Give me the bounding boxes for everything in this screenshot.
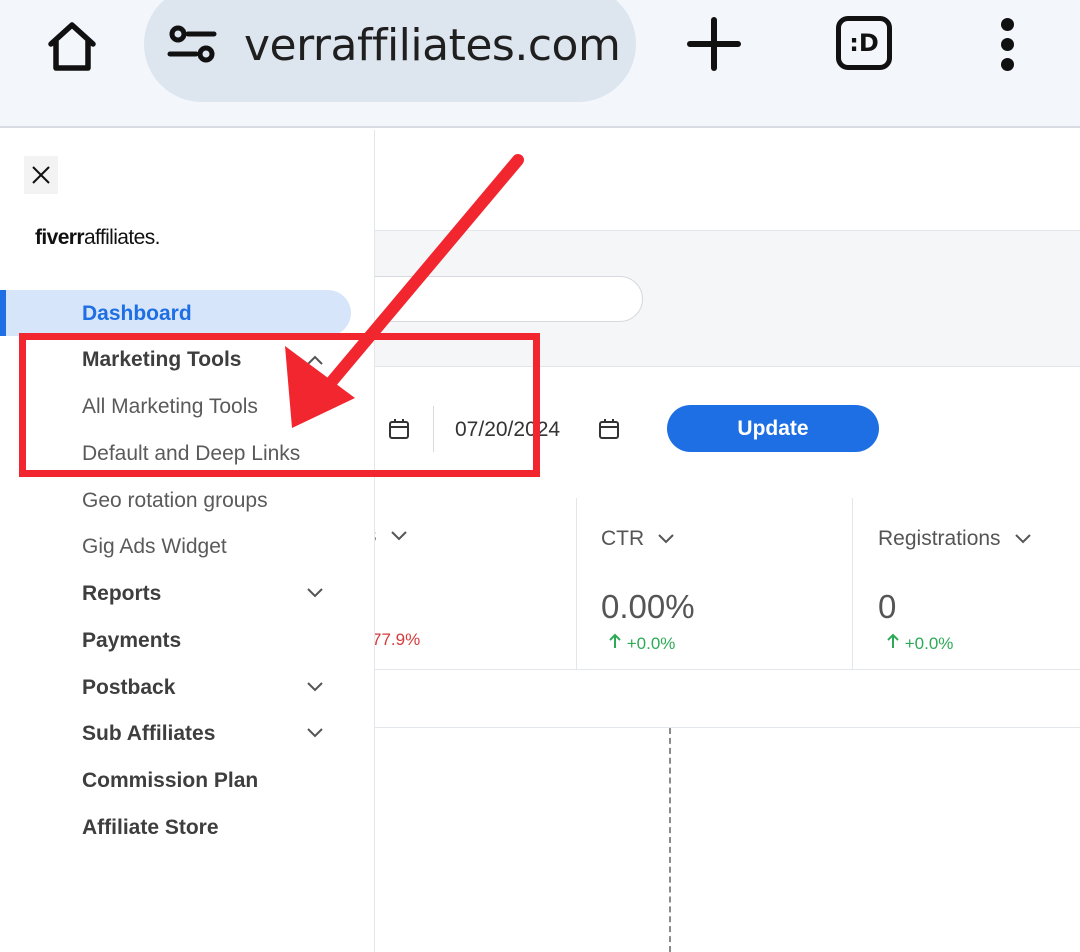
sidebar-item-reports[interactable]: Reports xyxy=(82,582,161,606)
stats-row xyxy=(375,498,1080,670)
sidebar-item-gig-ads-widget[interactable]: Gig Ads Widget xyxy=(82,535,227,559)
sidebar-item-affiliate-store[interactable]: Affiliate Store xyxy=(82,816,219,840)
end-date-field[interactable]: 07/20/2024 xyxy=(455,418,560,442)
stat-label-text: CTR xyxy=(601,527,645,550)
chevron-down-icon xyxy=(390,531,407,541)
stat-change: 77.9% xyxy=(372,630,421,649)
sidebar-item-geo-rotation-groups[interactable]: Geo rotation groups xyxy=(82,489,268,513)
chart-divider xyxy=(375,727,1080,728)
close-button[interactable] xyxy=(24,156,58,194)
date-separator xyxy=(433,406,434,452)
chevron-down-icon xyxy=(1014,534,1031,544)
site-settings-icon[interactable] xyxy=(166,22,218,66)
stat-label-text: Registrations xyxy=(878,527,1001,550)
stat-value: 0 xyxy=(878,588,897,625)
stat-label-ctr[interactable]: CTR xyxy=(601,527,674,551)
fiverr-affiliates-logo[interactable]: fiverraffiliates. xyxy=(35,226,160,250)
sidebar-item-default-and-deep-links[interactable]: Default and Deep Links xyxy=(82,442,300,466)
stat-change-text: +0.0% xyxy=(626,634,676,653)
chevron-down-icon xyxy=(658,534,674,544)
address-bar[interactable]: verraffiliates.com xyxy=(144,0,636,102)
sidebar-item-commission-plan[interactable]: Commission Plan xyxy=(82,769,258,793)
sidebar-item-sub-affiliates[interactable]: Sub Affiliates xyxy=(82,722,215,746)
stat-divider xyxy=(852,498,853,670)
sidebar-item-postback[interactable]: Postback xyxy=(82,676,175,700)
logo-light: affiliates. xyxy=(83,226,161,249)
stat-change: +0.0% xyxy=(608,633,675,654)
stat-value: 0.00% xyxy=(601,588,695,625)
logo-bold: fiverr xyxy=(35,226,85,249)
stat-change-text: +0.0% xyxy=(904,634,954,653)
more-vert-icon[interactable] xyxy=(990,14,1026,74)
arrow-up-icon xyxy=(887,633,899,648)
chevron-down-icon[interactable] xyxy=(306,681,324,693)
stat-change: +0.0% xyxy=(886,633,953,654)
sidebar-drawer: fiverraffiliates. Dashboard Marketing To… xyxy=(0,130,375,952)
chevron-up-icon[interactable] xyxy=(306,354,324,366)
home-button[interactable] xyxy=(40,14,104,78)
stat-label-registrations[interactable]: Registrations xyxy=(878,527,1031,551)
sidebar-item-payments[interactable]: Payments xyxy=(82,629,181,653)
chevron-down-icon[interactable] xyxy=(306,727,324,739)
chevron-down-icon[interactable] xyxy=(306,587,324,599)
sidebar-item-all-marketing-tools[interactable]: All Marketing Tools xyxy=(82,395,258,419)
update-button[interactable]: Update xyxy=(667,405,879,452)
url-text: verraffiliates.com xyxy=(244,20,621,71)
calendar-icon[interactable] xyxy=(388,418,410,440)
browser-toolbar: verraffiliates.com :D xyxy=(0,0,1080,128)
calendar-icon[interactable] xyxy=(598,418,620,440)
arrow-up-icon xyxy=(609,633,621,648)
chart-gridline xyxy=(669,728,671,952)
close-icon xyxy=(32,166,50,184)
active-item-indicator xyxy=(0,290,6,336)
plus-icon[interactable] xyxy=(684,14,744,74)
tab-switcher-icon[interactable]: :D xyxy=(836,16,892,70)
home-icon xyxy=(48,22,96,71)
sidebar-item-dashboard[interactable]: Dashboard xyxy=(82,302,192,326)
sidebar-item-marketing-tools[interactable]: Marketing Tools xyxy=(82,348,241,372)
stat-divider xyxy=(576,498,577,670)
